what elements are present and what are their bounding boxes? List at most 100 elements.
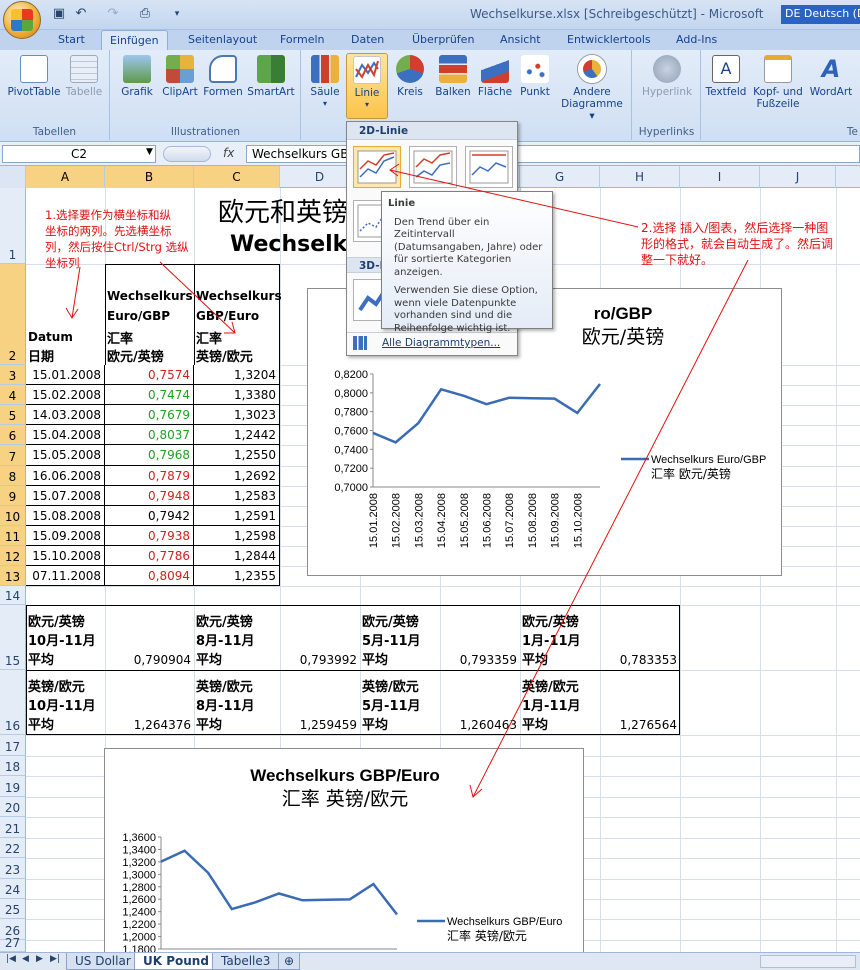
- row-header-20[interactable]: 20: [0, 797, 26, 817]
- cell-euro-gbp[interactable]: 0,7942: [105, 506, 194, 526]
- row-header-17[interactable]: 17: [0, 735, 26, 756]
- cell-date[interactable]: 15.01.2008: [26, 365, 105, 385]
- qat-menu-icon[interactable]: ▾: [168, 5, 186, 23]
- name-box[interactable]: C2: [2, 145, 156, 163]
- cell-euro-gbp[interactable]: 0,7786: [105, 546, 194, 566]
- smartart-button[interactable]: SmartArt: [246, 55, 296, 98]
- last-sheet-icon[interactable]: ▶|: [50, 954, 60, 964]
- row-header-14[interactable]: 14: [0, 586, 26, 605]
- cell-date[interactable]: 15.07.2008: [26, 486, 105, 506]
- textfeld-button[interactable]: A Textfeld: [704, 55, 748, 98]
- flache-button[interactable]: Fläche: [476, 55, 514, 98]
- column-header-j[interactable]: J: [760, 166, 836, 188]
- tab-addins[interactable]: Add-Ins: [676, 30, 717, 50]
- average-value[interactable]: 1,264376: [104, 718, 194, 732]
- row-header-18[interactable]: 18: [0, 756, 26, 776]
- line-chart-option[interactable]: [353, 146, 401, 188]
- cell-gbp-euro[interactable]: 1,2598: [194, 526, 280, 546]
- select-all-corner[interactable]: [0, 166, 26, 188]
- cell-euro-gbp[interactable]: 0,8094: [105, 566, 194, 586]
- kreis-button[interactable]: Kreis: [392, 55, 428, 98]
- tab-start[interactable]: Start: [58, 30, 85, 50]
- redo-icon[interactable]: ↷: [104, 5, 122, 23]
- row-header-11[interactable]: 11: [0, 526, 26, 546]
- row-header-9[interactable]: 9: [0, 486, 26, 506]
- sheet-tab-tabelle3[interactable]: Tabelle3: [212, 953, 280, 970]
- formen-button[interactable]: Formen: [202, 55, 244, 98]
- tab-entwicklertools[interactable]: Entwicklertools: [567, 30, 651, 50]
- cell-euro-gbp[interactable]: 0,7879: [105, 466, 194, 486]
- cell-euro-gbp[interactable]: 0,7474: [105, 385, 194, 405]
- cell-date[interactable]: 15.04.2008: [26, 425, 105, 445]
- cell-date[interactable]: 15.02.2008: [26, 385, 105, 405]
- formula-splitter[interactable]: [163, 146, 211, 162]
- cell-date[interactable]: 15.08.2008: [26, 506, 105, 526]
- row-header-5[interactable]: 5: [0, 405, 26, 425]
- row-header-12[interactable]: 12: [0, 546, 26, 566]
- column-header-b[interactable]: B: [105, 166, 194, 188]
- cell-euro-gbp[interactable]: 0,7574: [105, 365, 194, 385]
- row-header-10[interactable]: 10: [0, 506, 26, 526]
- row-header-13[interactable]: 13: [0, 566, 26, 586]
- chart-gbp-euro[interactable]: 1,3600 1,3400 1,3200 1,3000 1,2800 1,2600 1,24…: [104, 748, 584, 958]
- row-header-8[interactable]: 8: [0, 466, 26, 486]
- cell-euro-gbp[interactable]: 0,7938: [105, 526, 194, 546]
- prev-sheet-icon[interactable]: ◀: [22, 954, 29, 964]
- cell-euro-gbp[interactable]: 0,7948: [105, 486, 194, 506]
- all-chart-types-link[interactable]: Alle Diagrammtypen...: [382, 337, 500, 349]
- linie-button[interactable]: Linie ▾: [346, 53, 388, 119]
- sheet-tab-uk-pound[interactable]: UK Pound: [134, 953, 218, 970]
- row-header-6[interactable]: 6: [0, 425, 26, 445]
- average-value[interactable]: 1,259459: [270, 718, 360, 732]
- language-indicator[interactable]: DE Deutsch (D: [781, 5, 860, 24]
- cell-gbp-euro[interactable]: 1,2442: [194, 425, 280, 445]
- cell-date[interactable]: 14.03.2008: [26, 405, 105, 425]
- tab-seitenlayout[interactable]: Seitenlayout: [188, 30, 257, 50]
- cell-gbp-euro[interactable]: 1,3380: [194, 385, 280, 405]
- tab-formeln[interactable]: Formeln: [280, 30, 325, 50]
- cell-gbp-euro[interactable]: 1,2583: [194, 486, 280, 506]
- tab-einfugen[interactable]: Einfügen: [101, 30, 168, 51]
- balken-button[interactable]: Balken: [432, 55, 474, 98]
- sheet-tab-us-dollar[interactable]: US Dollar: [66, 953, 140, 970]
- cell-date[interactable]: 15.10.2008: [26, 546, 105, 566]
- row-header-25[interactable]: 25: [0, 899, 26, 919]
- cell-date[interactable]: 16.06.2008: [26, 466, 105, 486]
- grafik-button[interactable]: Grafik: [117, 55, 157, 98]
- new-sheet-icon[interactable]: ⊕: [278, 953, 301, 970]
- row-header-2[interactable]: 2: [0, 264, 26, 365]
- undo-icon[interactable]: ↶: [72, 5, 90, 23]
- namebox-dropdown-icon[interactable]: ▼: [146, 147, 153, 157]
- column-header-c[interactable]: C: [194, 166, 280, 188]
- horizontal-scrollbar[interactable]: [760, 955, 856, 968]
- office-button[interactable]: [3, 1, 41, 39]
- average-value[interactable]: 0,793992: [270, 653, 360, 667]
- punkt-button[interactable]: Punkt: [516, 55, 554, 98]
- average-value[interactable]: 0,783353: [590, 653, 680, 667]
- cell-euro-gbp[interactable]: 0,8037: [105, 425, 194, 445]
- cell-gbp-euro[interactable]: 1,2355: [194, 566, 280, 586]
- fx-icon[interactable]: fx: [223, 146, 234, 160]
- cell-gbp-euro[interactable]: 1,2591: [194, 506, 280, 526]
- andere-diagramme-button[interactable]: Andere Diagramme ▾: [560, 55, 624, 122]
- hyperlink-button[interactable]: Hyperlink: [637, 55, 697, 98]
- row-header-22[interactable]: 22: [0, 838, 26, 858]
- save-icon[interactable]: ▣: [50, 5, 68, 23]
- cell-date[interactable]: 15.09.2008: [26, 526, 105, 546]
- average-value[interactable]: 1,260463: [430, 718, 520, 732]
- column-header-h[interactable]: H: [600, 166, 680, 188]
- cell-date[interactable]: 07.11.2008: [26, 566, 105, 586]
- row-header-3[interactable]: 3: [0, 365, 26, 385]
- cell-gbp-euro[interactable]: 1,3023: [194, 405, 280, 425]
- column-header-g[interactable]: G: [520, 166, 600, 188]
- row-header-19[interactable]: 19: [0, 776, 26, 797]
- cell-gbp-euro[interactable]: 1,2550: [194, 445, 280, 466]
- wordart-button[interactable]: A WordArt: [808, 55, 854, 98]
- next-sheet-icon[interactable]: ▶: [36, 954, 43, 964]
- percent-line-chart-option[interactable]: [465, 146, 513, 188]
- tab-ansicht[interactable]: Ansicht: [500, 30, 541, 50]
- cell-gbp-euro[interactable]: 1,2844: [194, 546, 280, 566]
- cell-gbp-euro[interactable]: 1,2692: [194, 466, 280, 486]
- average-value[interactable]: 0,790904: [104, 653, 194, 667]
- clipart-button[interactable]: ClipArt: [159, 55, 201, 98]
